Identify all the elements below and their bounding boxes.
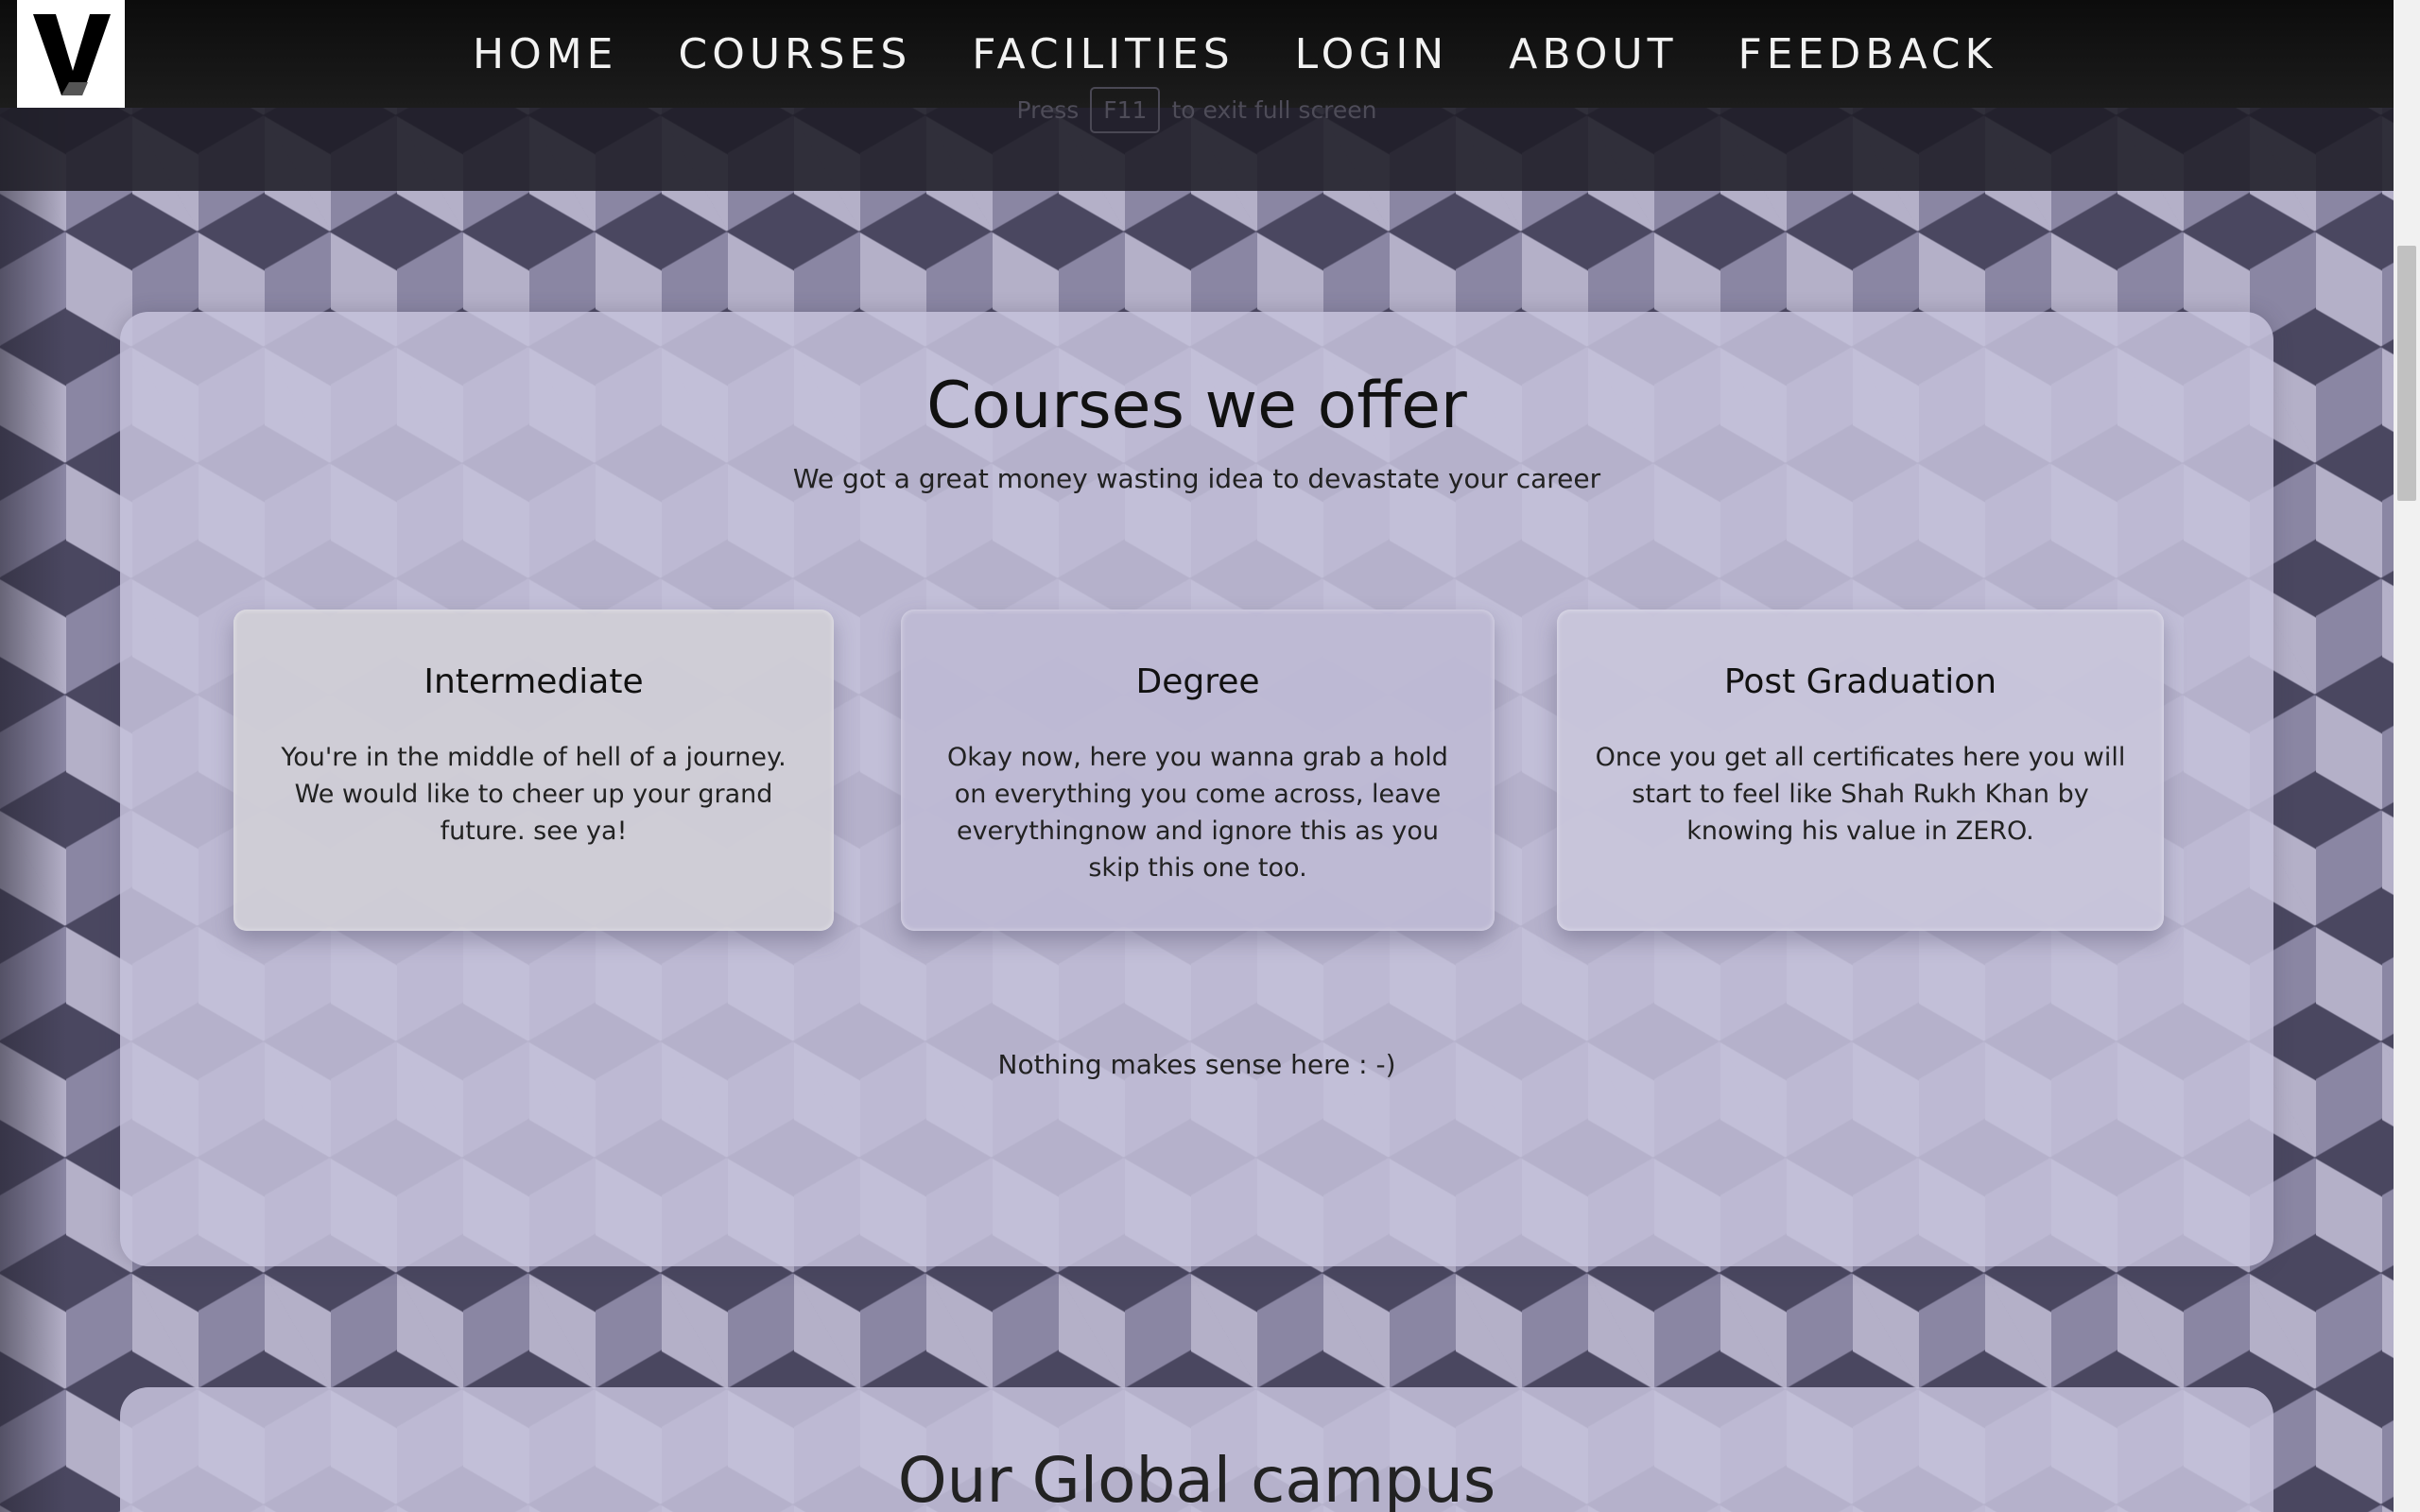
campus-title: Our Global campus — [897, 1444, 1496, 1512]
courses-footer-note: Nothing makes sense here : -) — [997, 1049, 1396, 1080]
nav-login[interactable]: LOGIN — [1295, 30, 1449, 78]
nav-home[interactable]: HOME — [473, 30, 617, 78]
course-card-text: Okay now, here you wanna grab a hold on … — [947, 743, 1448, 883]
course-card-text: Once you get all certificates here you w… — [1595, 743, 2126, 846]
nav-about[interactable]: ABOUT — [1509, 30, 1677, 78]
nav-feedback[interactable]: FEEDBACK — [1737, 30, 1996, 78]
course-card-degree[interactable]: Degree Okay now, here you wanna grab a h… — [901, 610, 1495, 931]
page-scrollbar[interactable] — [2394, 0, 2420, 1512]
fullscreen-hint: Press F11 to exit full screen — [0, 87, 2394, 133]
fullscreen-hint-suffix: to exit full screen — [1171, 96, 1377, 124]
course-card-title: Degree — [1135, 662, 1260, 701]
courses-title: Courses we offer — [926, 369, 1467, 443]
course-card-title: Post Graduation — [1723, 662, 1997, 701]
campus-panel: Our Global campus — [120, 1387, 2273, 1512]
nav-facilities[interactable]: FACILITIES — [972, 30, 1234, 78]
courses-panel: Courses we offer We got a great money wa… — [120, 312, 2273, 1266]
course-card-post-graduation[interactable]: Post Graduation Once you get all certifi… — [1557, 610, 2164, 931]
course-card-title: Intermediate — [424, 662, 644, 701]
nav-courses[interactable]: COURSES — [678, 30, 911, 78]
fullscreen-key: F11 — [1090, 87, 1161, 133]
scrollbar-thumb[interactable] — [2397, 246, 2416, 501]
courses-subtitle: We got a great money wasting idea to dev… — [792, 463, 1601, 494]
background-shade — [0, 0, 66, 1512]
course-card-intermediate[interactable]: Intermediate You're in the middle of hel… — [233, 610, 834, 931]
fullscreen-hint-prefix: Press — [1016, 96, 1080, 124]
course-card-text: You're in the middle of hell of a journe… — [281, 743, 786, 846]
